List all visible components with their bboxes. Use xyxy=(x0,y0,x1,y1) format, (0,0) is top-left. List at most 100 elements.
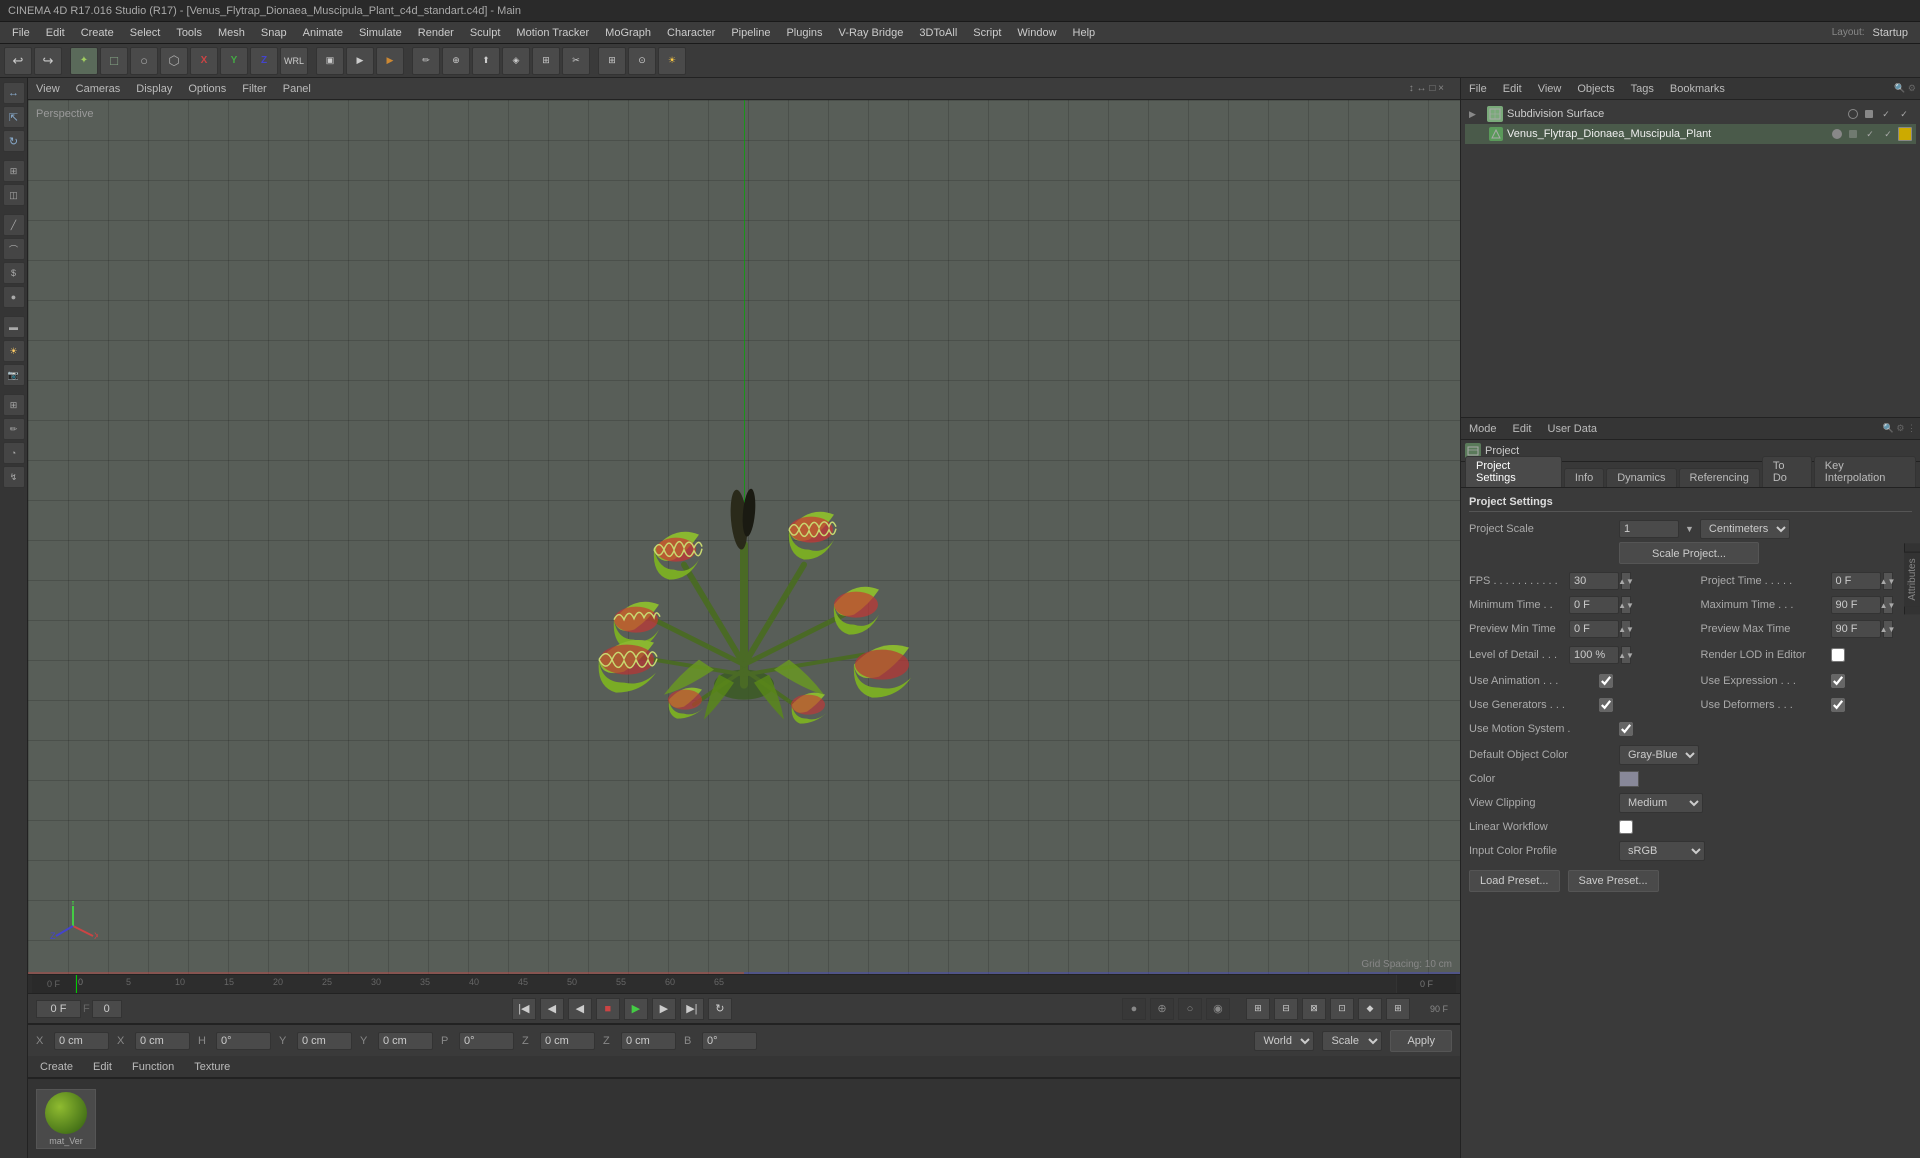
viewport[interactable]: Perspective xyxy=(28,100,1460,974)
coord-world-dropdown[interactable]: World Object xyxy=(1254,1031,1314,1051)
attributes-tab-label[interactable]: Attributes xyxy=(1904,551,1920,606)
menu-plugins[interactable]: Plugins xyxy=(778,25,830,41)
menu-sculpt[interactable]: Sculpt xyxy=(462,25,509,41)
transport-key2[interactable]: ⊟ xyxy=(1274,998,1298,1020)
transport-key4[interactable]: ⊡ xyxy=(1330,998,1354,1020)
obj-check-0[interactable]: ✓ xyxy=(1878,107,1894,121)
transport-loop[interactable]: ↻ xyxy=(708,998,732,1020)
tool-checkerboard[interactable]: ⊞ xyxy=(3,160,25,182)
menu-character[interactable]: Character xyxy=(659,25,723,41)
transport-key3[interactable]: ⊠ xyxy=(1302,998,1326,1020)
project-time-spinner[interactable]: ▲▼ xyxy=(1883,572,1893,590)
frame-offset-input[interactable] xyxy=(92,1000,122,1018)
use-expression-checkbox[interactable] xyxy=(1831,674,1845,688)
toolbar-redo[interactable]: ↪ xyxy=(34,47,62,75)
coord-scale-dropdown[interactable]: Scale Size xyxy=(1322,1031,1382,1051)
bottom-menu-texture[interactable]: Texture xyxy=(190,1061,234,1073)
coord-z-input[interactable] xyxy=(540,1032,595,1050)
menu-select[interactable]: Select xyxy=(122,25,169,41)
obj-vis-1[interactable] xyxy=(1830,127,1844,141)
fps-input[interactable] xyxy=(1569,572,1619,590)
transport-key6[interactable]: ⊞ xyxy=(1386,998,1410,1020)
tool-sphere[interactable]: ● xyxy=(3,286,25,308)
menu-edit[interactable]: Edit xyxy=(38,25,73,41)
vp-menu-view[interactable]: View xyxy=(36,83,60,95)
toolbar-knife[interactable]: ✂ xyxy=(562,47,590,75)
tool-material[interactable]: ◫ xyxy=(3,184,25,206)
tool-twist[interactable]: ↯ xyxy=(3,466,25,488)
coord-h-input[interactable] xyxy=(216,1032,271,1050)
menu-vray[interactable]: V-Ray Bridge xyxy=(831,25,912,41)
load-preset-button[interactable]: Load Preset... xyxy=(1469,870,1560,892)
tool-sculpt2[interactable]: ◔ xyxy=(3,442,25,464)
attr-menu-mode[interactable]: Mode xyxy=(1465,423,1501,435)
toolbar-model[interactable]: □ xyxy=(100,47,128,75)
menu-file[interactable]: File xyxy=(4,25,38,41)
color-swatch[interactable] xyxy=(1619,771,1639,787)
menu-simulate[interactable]: Simulate xyxy=(351,25,410,41)
obj-menu-bookmarks[interactable]: Bookmarks xyxy=(1666,83,1729,95)
coord-y-input[interactable] xyxy=(297,1032,352,1050)
min-time-input[interactable] xyxy=(1569,596,1619,614)
vp-menu-filter[interactable]: Filter xyxy=(242,83,266,95)
min-time-spinner[interactable]: ▲▼ xyxy=(1621,596,1631,614)
menu-help[interactable]: Help xyxy=(1065,25,1104,41)
object-subdivision[interactable]: ▶ Subdivision Surface xyxy=(1465,104,1916,124)
tab-info[interactable]: Info xyxy=(1564,468,1604,487)
transport-mode3[interactable]: ○ xyxy=(1178,998,1202,1020)
toolbar-snap[interactable]: ⊙ xyxy=(628,47,656,75)
tool-curve[interactable]: ⌒ xyxy=(3,238,25,260)
obj-lock-1[interactable] xyxy=(1846,127,1860,141)
preview-min-input[interactable] xyxy=(1569,620,1619,638)
transport-mode1[interactable]: ● xyxy=(1122,998,1146,1020)
linear-workflow-checkbox[interactable] xyxy=(1619,820,1633,834)
tool-dollar[interactable]: $ xyxy=(3,262,25,284)
obj-color-1[interactable] xyxy=(1898,127,1912,141)
lod-input[interactable] xyxy=(1569,646,1619,664)
tool-paint[interactable]: ✏ xyxy=(3,418,25,440)
toolbar-light[interactable]: ☀ xyxy=(658,47,686,75)
vp-menu-cameras[interactable]: Cameras xyxy=(76,83,121,95)
menu-pipeline[interactable]: Pipeline xyxy=(723,25,778,41)
obj-menu-file[interactable]: File xyxy=(1465,83,1491,95)
color-profile-dropdown[interactable]: sRGB Linear AdobeRGB xyxy=(1619,841,1705,861)
object-venus-flytrap[interactable]: Venus_Flytrap_Dionaea_Muscipula_Plant ✓ xyxy=(1465,124,1916,144)
menu-script[interactable]: Script xyxy=(965,25,1009,41)
scale-project-button[interactable]: Scale Project... xyxy=(1619,542,1759,564)
save-preset-button[interactable]: Save Preset... xyxy=(1568,870,1659,892)
menu-create[interactable]: Create xyxy=(73,25,122,41)
toolbar-z-axis[interactable]: Z xyxy=(250,47,278,75)
project-scale-unit[interactable]: Centimeters Meters Inches xyxy=(1700,519,1790,539)
menu-window[interactable]: Window xyxy=(1009,25,1064,41)
toolbar-coords[interactable]: WRL xyxy=(280,47,308,75)
obj-menu-objects[interactable]: Objects xyxy=(1573,83,1618,95)
transport-prev-frame[interactable]: ◀ xyxy=(540,998,564,1020)
use-deformers-checkbox[interactable] xyxy=(1831,698,1845,712)
transport-mode4[interactable]: ◉ xyxy=(1206,998,1230,1020)
tool-lattice[interactable]: ⊞ xyxy=(3,394,25,416)
obj-menu-view[interactable]: View xyxy=(1534,83,1566,95)
bottom-menu-function[interactable]: Function xyxy=(128,1061,178,1073)
use-animation-checkbox[interactable] xyxy=(1599,674,1613,688)
preview-max-input[interactable] xyxy=(1831,620,1881,638)
use-generators-checkbox[interactable] xyxy=(1599,698,1613,712)
toolbar-render-vp[interactable]: ▶ xyxy=(346,47,374,75)
menu-motion-tracker[interactable]: Motion Tracker xyxy=(508,25,597,41)
default-object-color-dropdown[interactable]: Gray-Blue Red Green Blue xyxy=(1619,745,1699,765)
bottom-menu-edit[interactable]: Edit xyxy=(89,1061,116,1073)
transport-next-frame[interactable]: ▶ xyxy=(652,998,676,1020)
coord-sy-input[interactable] xyxy=(378,1032,433,1050)
transport-play[interactable]: ▶ xyxy=(624,998,648,1020)
toolbar-live-select[interactable]: ✦ xyxy=(70,47,98,75)
lod-spinner[interactable]: ▲▼ xyxy=(1621,646,1631,664)
obj-menu-tags[interactable]: Tags xyxy=(1627,83,1658,95)
toolbar-bridge[interactable]: ⊞ xyxy=(532,47,560,75)
toolbar-x-axis[interactable]: X xyxy=(190,47,218,75)
toolbar-render-region[interactable]: ▣ xyxy=(316,47,344,75)
transport-play-back[interactable]: ◀ xyxy=(568,998,592,1020)
max-time-spinner[interactable]: ▲▼ xyxy=(1883,596,1893,614)
menu-layout-startup[interactable]: Startup xyxy=(1865,25,1916,41)
tool-plane[interactable]: ▬ xyxy=(3,316,25,338)
tool-scale[interactable]: ⇱ xyxy=(3,106,25,128)
toolbar-extrude[interactable]: ⬆ xyxy=(472,47,500,75)
